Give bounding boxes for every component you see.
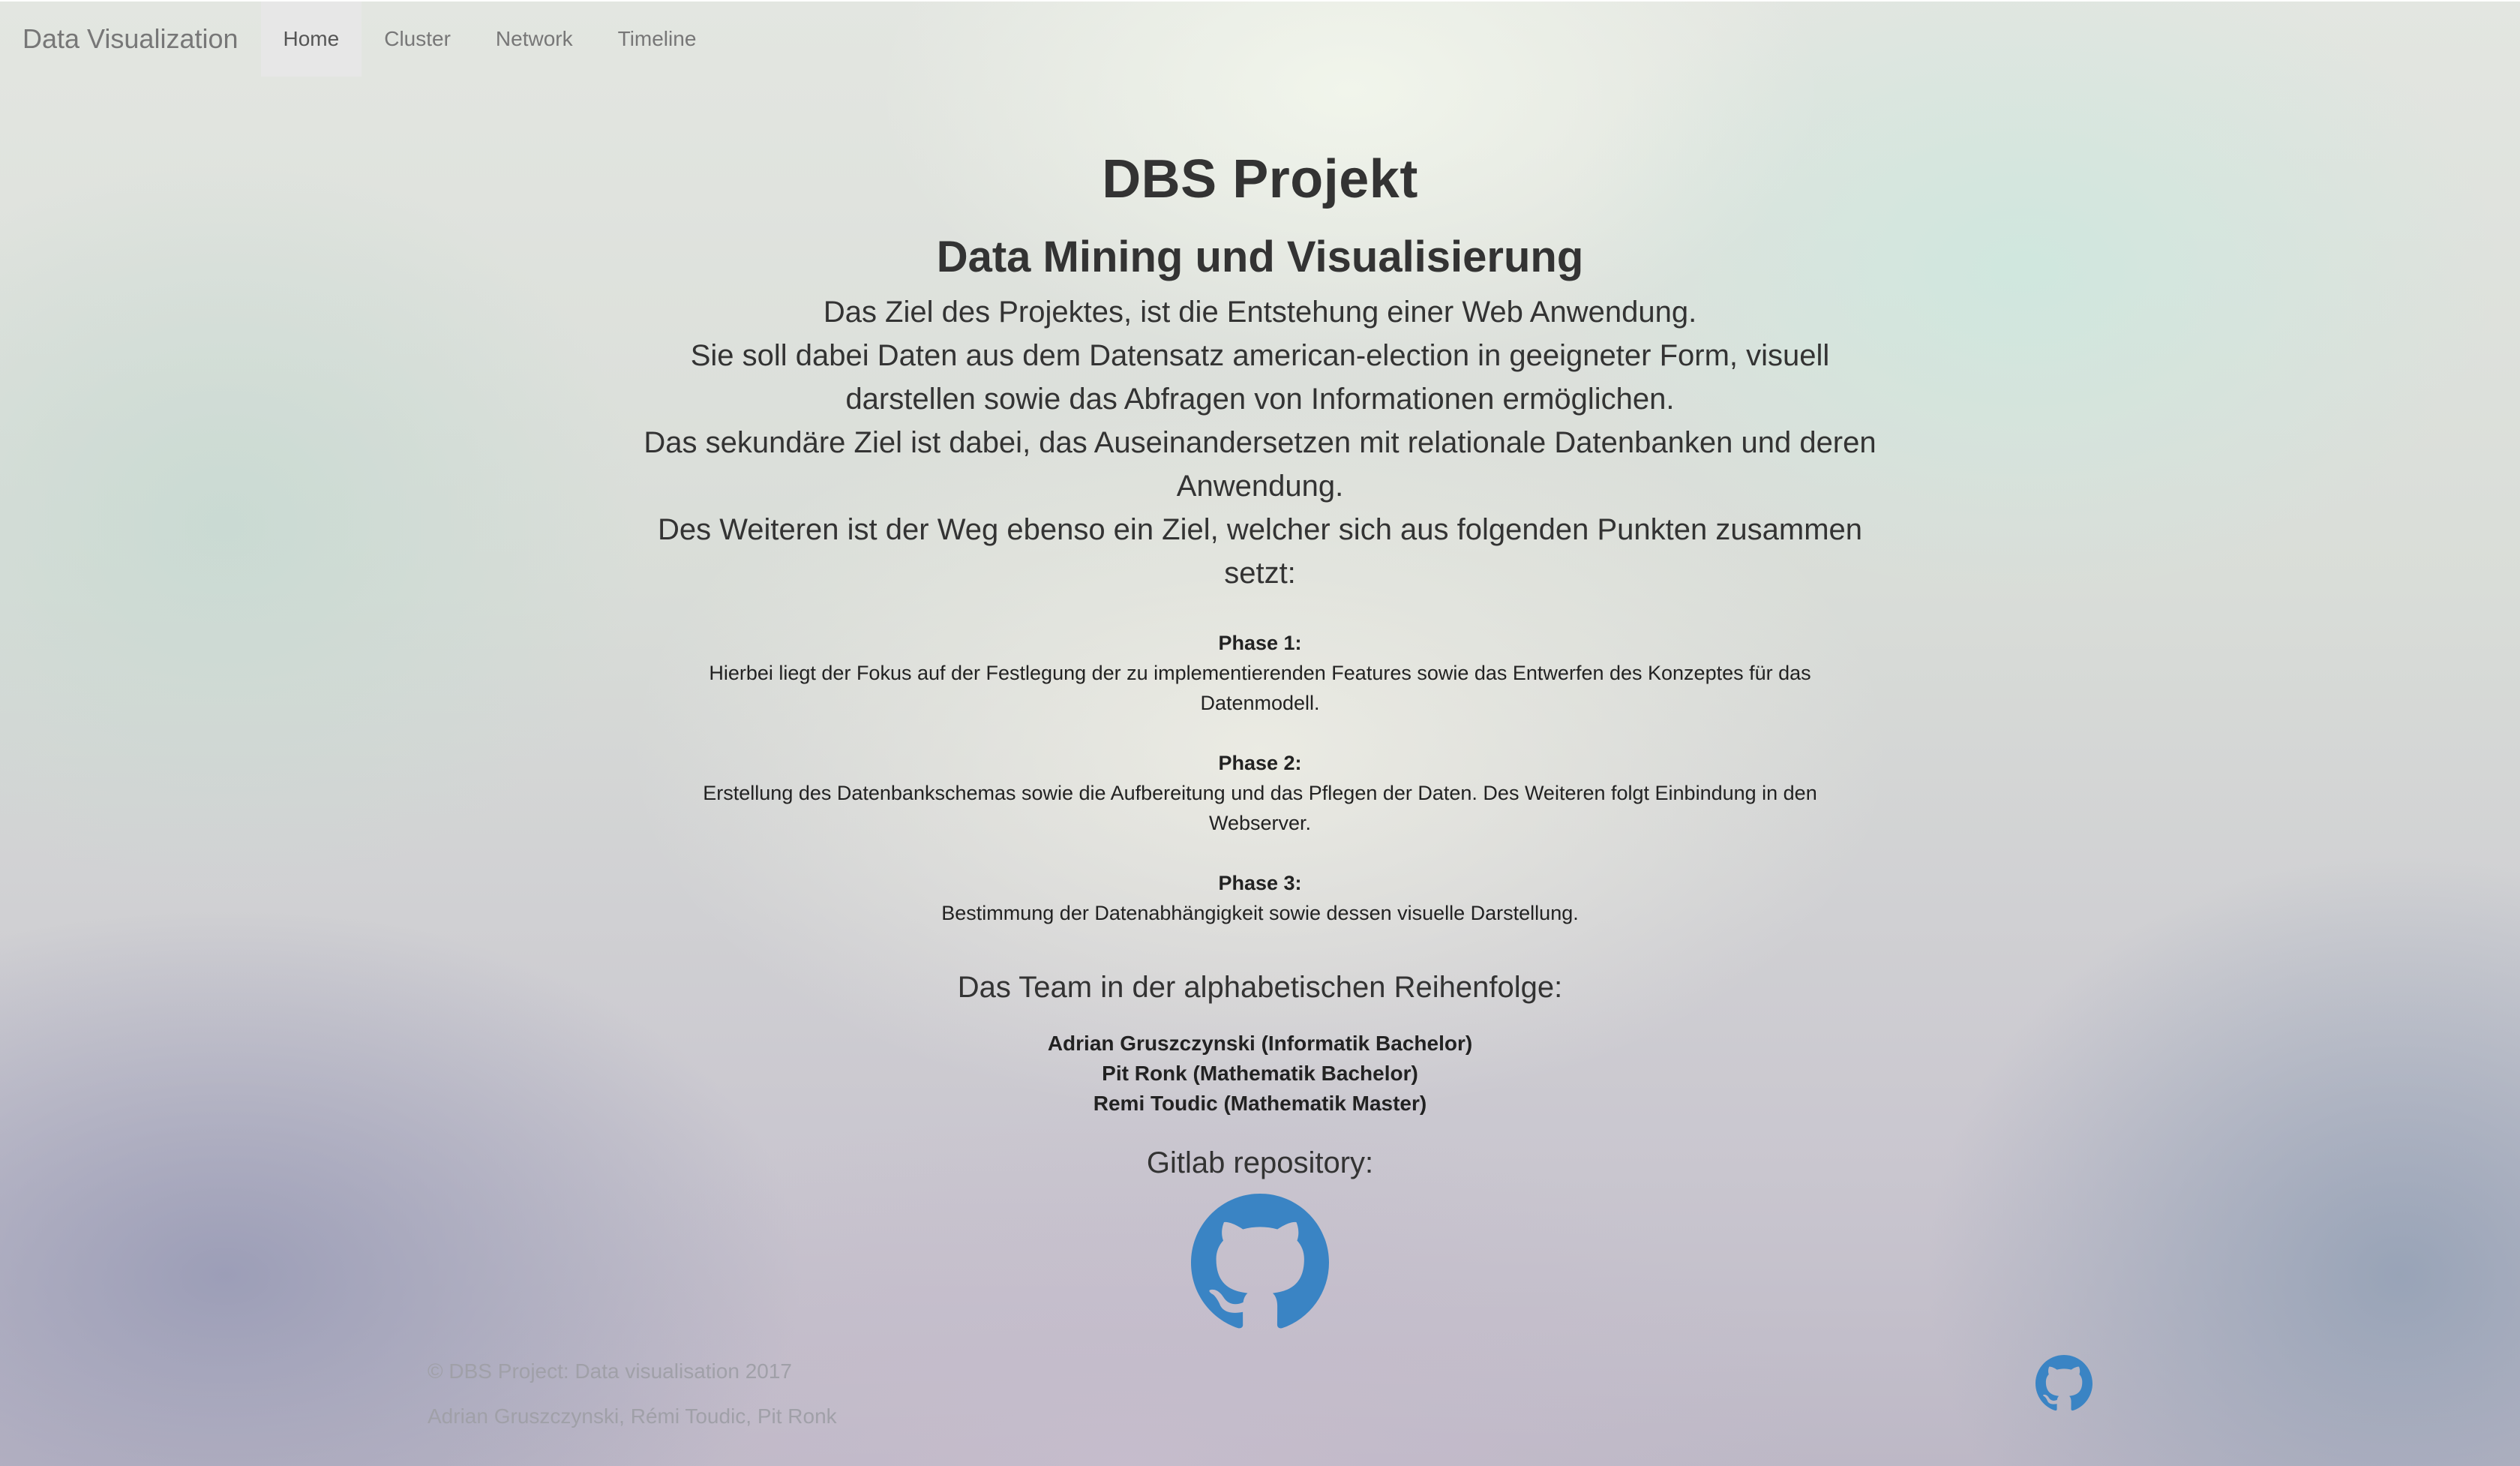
page-title: DBS Projekt — [1102, 149, 1418, 209]
top-navbar: Data Visualization Home Cluster Network … — [0, 0, 2520, 77]
navbar-brand[interactable]: Data Visualization — [0, 2, 261, 77]
phase-title: Phase 2: — [1218, 751, 1302, 774]
nav-item-network[interactable]: Network — [473, 2, 596, 77]
github-icon — [1191, 1193, 1329, 1329]
phase-text: Hierbei liegt der Fokus auf der Festlegu… — [709, 661, 1811, 684]
github-icon[interactable] — [2036, 1355, 2092, 1412]
team-list: Adrian Gruszczynski (Informatik Bachelor… — [630, 1029, 1890, 1119]
footer-copyright: © DBS Project: Data visualisation 2017 — [428, 1359, 792, 1383]
intro-line: setzt: — [1224, 556, 1296, 590]
intro-line: Des Weiteren ist der Weg ebenso ein Ziel… — [657, 512, 1863, 546]
intro-text: Das Ziel des Projektes, ist die Entstehu… — [630, 290, 1890, 595]
intro-line: Anwendung. — [1176, 469, 1344, 503]
phases-list: Phase 1: Hierbei liegt der Fokus auf der… — [630, 628, 1890, 928]
gitlab-repository-link[interactable] — [1191, 1193, 1329, 1332]
phase-item: Phase 2: Erstellung des Datenbankschemas… — [630, 748, 1890, 838]
phase-title: Phase 3: — [1218, 871, 1302, 894]
phase-text: Bestimmung der Datenabhängigkeit sowie d… — [941, 901, 1579, 924]
nav-menu: Home Cluster Network Timeline — [260, 2, 719, 77]
phase-text: Erstellung des Datenbankschemas sowie di… — [703, 781, 1817, 804]
footer-authors: Adrian Gruszczynski, Rémi Toudic, Pit Ro… — [428, 1404, 837, 1428]
main-content: DBS Projekt Data Mining und Visualisieru… — [630, 135, 1890, 1335]
phase-item: Phase 3: Bestimmung der Datenabhängigkei… — [630, 868, 1890, 928]
intro-line: darstellen sowie das Abfragen von Inform… — [845, 382, 1675, 416]
page-subtitle: Data Mining und Visualisierung — [936, 233, 1584, 282]
nav-item-home[interactable]: Home — [260, 2, 362, 77]
phase-item: Phase 1: Hierbei liegt der Fokus auf der… — [630, 628, 1890, 718]
intro-line: Das Ziel des Projektes, ist die Entstehu… — [823, 295, 1697, 329]
intro-line: Sie soll dabei Daten aus dem Datensatz a… — [690, 338, 1830, 372]
phase-title: Phase 1: — [1218, 631, 1302, 654]
footer: © DBS Project: Data visualisation 2017 A… — [428, 1350, 2092, 1440]
nav-item-cluster[interactable]: Cluster — [362, 2, 473, 77]
gitlab-heading: Gitlab repository: — [1146, 1146, 1374, 1179]
intro-line: Das sekundäre Ziel ist dabei, das Ausein… — [644, 425, 1876, 459]
phase-text: Webserver. — [1208, 811, 1312, 834]
team-heading: Das Team in der alphabetischen Reihenfol… — [957, 970, 1563, 1004]
nav-item-timeline[interactable]: Timeline — [596, 2, 719, 77]
phase-text: Datenmodell. — [1200, 691, 1320, 714]
team-member: Remi Toudic (Mathematik Master) — [1093, 1091, 1427, 1115]
team-member: Pit Ronk (Mathematik Bachelor) — [1102, 1061, 1418, 1085]
team-member: Adrian Gruszczynski (Informatik Bachelor… — [1047, 1031, 1473, 1055]
